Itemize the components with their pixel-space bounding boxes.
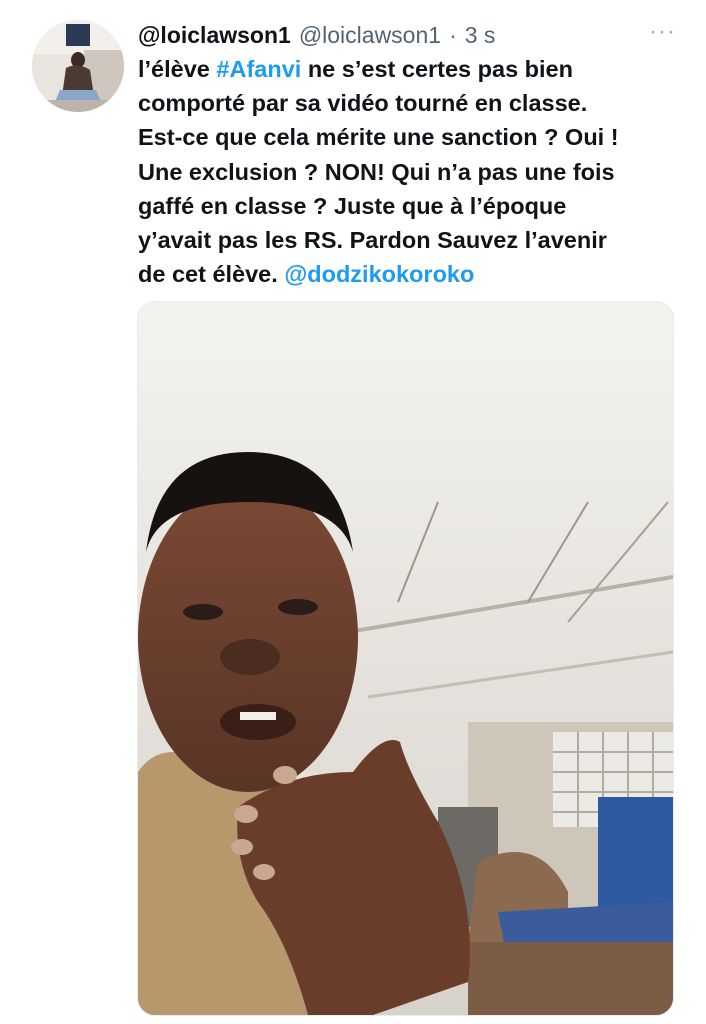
mention-link[interactable]: @dodzikokoroko: [284, 261, 474, 287]
tweet-text-line: de cet élève. @dodzikokoroko: [138, 257, 683, 291]
text-segment: Est-ce que cela mérite une sanction ? Ou…: [138, 124, 619, 151]
media-photo: [138, 302, 673, 1015]
text-segment: ne s’est certes pas bien: [301, 56, 573, 82]
avatar[interactable]: [32, 20, 124, 112]
text-segment: l’élève: [138, 56, 217, 82]
tweet-text-line: comporté par sa vidéo tourné en classe.: [138, 86, 683, 120]
tweet: @loiclawson1 @loiclawson1 · 3 s ··· l’él…: [0, 0, 706, 1024]
tweet-text-line: y’avait pas les RS. Pardon Sauvez l’aven…: [138, 223, 683, 257]
text-segment: comporté par sa vidéo tourné en classe.: [138, 90, 588, 117]
separator-dot: ·: [449, 21, 457, 48]
tweet-header: @loiclawson1 @loiclawson1 · 3 s: [138, 18, 676, 52]
tweet-text: l’élève #Afanvi ne s’est certes pas bien…: [138, 52, 683, 291]
tweet-text-line: Une exclusion ? NON! Qui n’a pas une foi…: [138, 155, 683, 189]
more-options-icon[interactable]: ···: [649, 20, 676, 44]
text-segment: gaffé en classe ? Juste que à l’époque: [138, 192, 567, 219]
tweet-media[interactable]: [137, 301, 674, 1016]
text-segment: Une exclusion ? NON! Qui n’a pas une foi…: [138, 158, 615, 185]
timestamp[interactable]: 3 s: [465, 22, 496, 49]
user-handle[interactable]: @loiclawson1: [299, 22, 441, 49]
text-segment: y’avait pas les RS. Pardon Sauvez l’aven…: [138, 227, 607, 254]
display-name[interactable]: @loiclawson1: [138, 22, 291, 49]
avatar-photo: [32, 20, 124, 112]
tweet-text-line: gaffé en classe ? Juste que à l’époque: [138, 189, 683, 223]
hashtag-link[interactable]: #Afanvi: [216, 56, 301, 82]
tweet-text-line: l’élève #Afanvi ne s’est certes pas bien: [138, 52, 683, 86]
text-segment: de cet élève.: [138, 261, 285, 288]
tweet-text-line: Est-ce que cela mérite une sanction ? Ou…: [138, 120, 683, 154]
